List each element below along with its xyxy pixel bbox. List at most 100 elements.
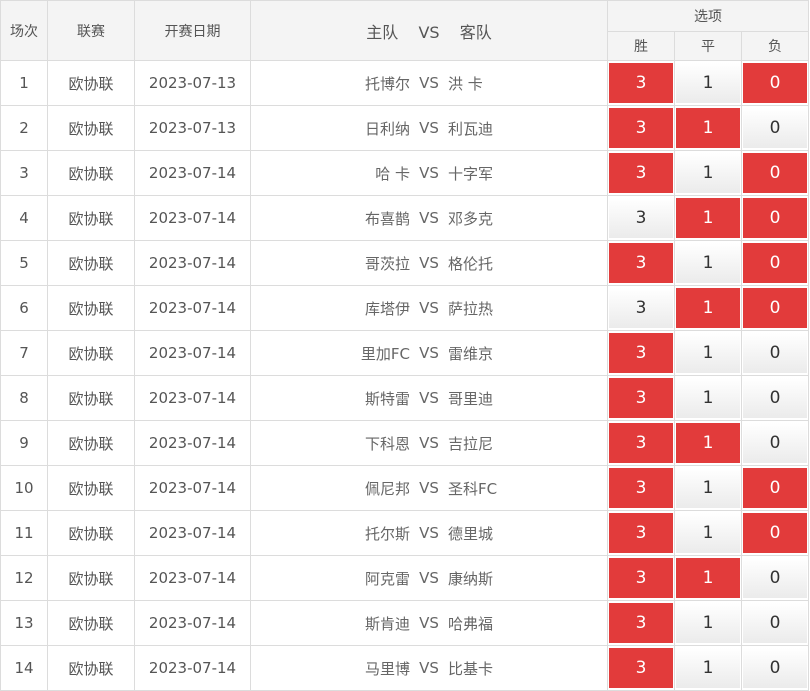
- match-teams: 托博尔 VS 洪 卡: [257, 73, 601, 94]
- home-team: 里加FC: [360, 344, 410, 363]
- draw-cell: 1: [674, 105, 742, 151]
- win-cell: 3: [607, 330, 675, 376]
- row-index: 3: [0, 150, 48, 196]
- draw-option-button[interactable]: 1: [676, 603, 740, 643]
- away-team: 哈弗福: [448, 614, 494, 633]
- win-option-button[interactable]: 3: [609, 423, 673, 463]
- match-teams: 马里博 VS 比基卡: [257, 658, 601, 679]
- header-options: 选项: [606, 0, 810, 32]
- loss-option-button[interactable]: 0: [743, 198, 808, 238]
- loss-option-button[interactable]: 0: [743, 603, 808, 643]
- draw-option-button[interactable]: 1: [676, 198, 740, 238]
- row-match: 下科恩 VS 吉拉尼: [250, 420, 608, 466]
- loss-cell: 0: [740, 105, 810, 151]
- row-match: 马里博 VS 比基卡: [250, 645, 608, 691]
- draw-option-button[interactable]: 1: [676, 108, 740, 148]
- draw-option-button[interactable]: 1: [676, 558, 740, 598]
- win-option-button[interactable]: 3: [609, 243, 673, 283]
- away-team: 十字军: [448, 164, 494, 183]
- away-team: 比基卡: [448, 659, 494, 678]
- draw-option-button[interactable]: 1: [676, 378, 740, 418]
- row-league: 欧协联: [47, 600, 135, 646]
- draw-cell: 1: [674, 420, 742, 466]
- row-index: 11: [0, 510, 48, 556]
- loss-option-button[interactable]: 0: [743, 108, 808, 148]
- table-row: 2 欧协联 2023-07-13 日利纳 VS 利瓦迪 3 1 0: [0, 105, 810, 151]
- header-home: 主队: [366, 22, 399, 42]
- table-row: 13 欧协联 2023-07-14 斯肯迪 VS 哈弗福 3 1 0: [0, 600, 810, 646]
- draw-option-button[interactable]: 1: [676, 243, 740, 283]
- row-league: 欧协联: [47, 645, 135, 691]
- win-cell: 3: [607, 510, 675, 556]
- win-option-button[interactable]: 3: [609, 378, 673, 418]
- win-option-button[interactable]: 3: [609, 558, 673, 598]
- loss-option-button[interactable]: 0: [743, 378, 808, 418]
- draw-option-button[interactable]: 1: [676, 333, 740, 373]
- loss-option-button[interactable]: 0: [743, 558, 808, 598]
- row-match: 库塔伊 VS 萨拉热: [250, 285, 608, 331]
- win-option-button[interactable]: 3: [609, 333, 673, 373]
- draw-option-button[interactable]: 1: [676, 513, 740, 553]
- draw-option-button[interactable]: 1: [676, 648, 740, 688]
- win-cell: 3: [607, 240, 675, 286]
- draw-option-button[interactable]: 1: [676, 153, 740, 193]
- win-option-button[interactable]: 3: [609, 63, 673, 103]
- row-league: 欧协联: [47, 195, 135, 241]
- draw-option-button[interactable]: 1: [676, 423, 740, 463]
- table-row: 3 欧协联 2023-07-14 哈 卡 VS 十字军 3 1 0: [0, 150, 810, 196]
- vs-label: VS: [419, 659, 439, 677]
- win-option-button[interactable]: 3: [609, 153, 673, 193]
- header-win: 胜: [607, 31, 675, 61]
- loss-cell: 0: [740, 240, 810, 286]
- row-match: 里加FC VS 雷维京: [250, 330, 608, 376]
- row-index: 10: [0, 465, 48, 511]
- row-date: 2023-07-14: [134, 510, 251, 556]
- draw-option-button[interactable]: 1: [676, 63, 740, 103]
- win-option-button[interactable]: 3: [609, 288, 673, 328]
- row-league: 欧协联: [47, 375, 135, 421]
- row-match: 哥茨拉 VS 格伦托: [250, 240, 608, 286]
- row-index: 4: [0, 195, 48, 241]
- row-match: 布喜鹊 VS 邓多克: [250, 195, 608, 241]
- table-row: 6 欧协联 2023-07-14 库塔伊 VS 萨拉热 3 1 0: [0, 285, 810, 331]
- win-option-button[interactable]: 3: [609, 468, 673, 508]
- loss-option-button[interactable]: 0: [743, 288, 808, 328]
- vs-label: VS: [419, 434, 439, 452]
- loss-cell: 0: [740, 555, 810, 601]
- loss-option-button[interactable]: 0: [743, 333, 808, 373]
- loss-option-button[interactable]: 0: [743, 63, 808, 103]
- row-league: 欧协联: [47, 420, 135, 466]
- win-option-button[interactable]: 3: [609, 198, 673, 238]
- row-league: 欧协联: [47, 330, 135, 376]
- row-match: 托尔斯 VS 德里城: [250, 510, 608, 556]
- win-cell: 3: [607, 465, 675, 511]
- loss-option-button[interactable]: 0: [743, 243, 808, 283]
- draw-cell: 1: [674, 150, 742, 196]
- loss-option-button[interactable]: 0: [743, 648, 808, 688]
- loss-option-button[interactable]: 0: [743, 513, 808, 553]
- away-team: 洪 卡: [448, 74, 483, 93]
- away-team: 吉拉尼: [448, 434, 494, 453]
- away-team: 格伦托: [448, 254, 494, 273]
- away-team: 邓多克: [448, 209, 494, 228]
- loss-option-button[interactable]: 0: [743, 423, 808, 463]
- row-index: 12: [0, 555, 48, 601]
- win-option-button[interactable]: 3: [609, 603, 673, 643]
- loss-cell: 0: [740, 60, 810, 106]
- away-team: 德里城: [448, 524, 494, 543]
- row-date: 2023-07-13: [134, 60, 251, 106]
- loss-cell: 0: [740, 420, 810, 466]
- loss-cell: 0: [740, 330, 810, 376]
- loss-option-button[interactable]: 0: [743, 468, 808, 508]
- row-match: 斯特雷 VS 哥里迪: [250, 375, 608, 421]
- win-option-button[interactable]: 3: [609, 108, 673, 148]
- match-teams: 下科恩 VS 吉拉尼: [257, 433, 601, 454]
- draw-option-button[interactable]: 1: [676, 288, 740, 328]
- home-team: 日利纳: [364, 119, 410, 138]
- win-option-button[interactable]: 3: [609, 513, 673, 553]
- win-option-button[interactable]: 3: [609, 648, 673, 688]
- row-date: 2023-07-14: [134, 375, 251, 421]
- row-date: 2023-07-14: [134, 555, 251, 601]
- draw-option-button[interactable]: 1: [676, 468, 740, 508]
- loss-option-button[interactable]: 0: [743, 153, 808, 193]
